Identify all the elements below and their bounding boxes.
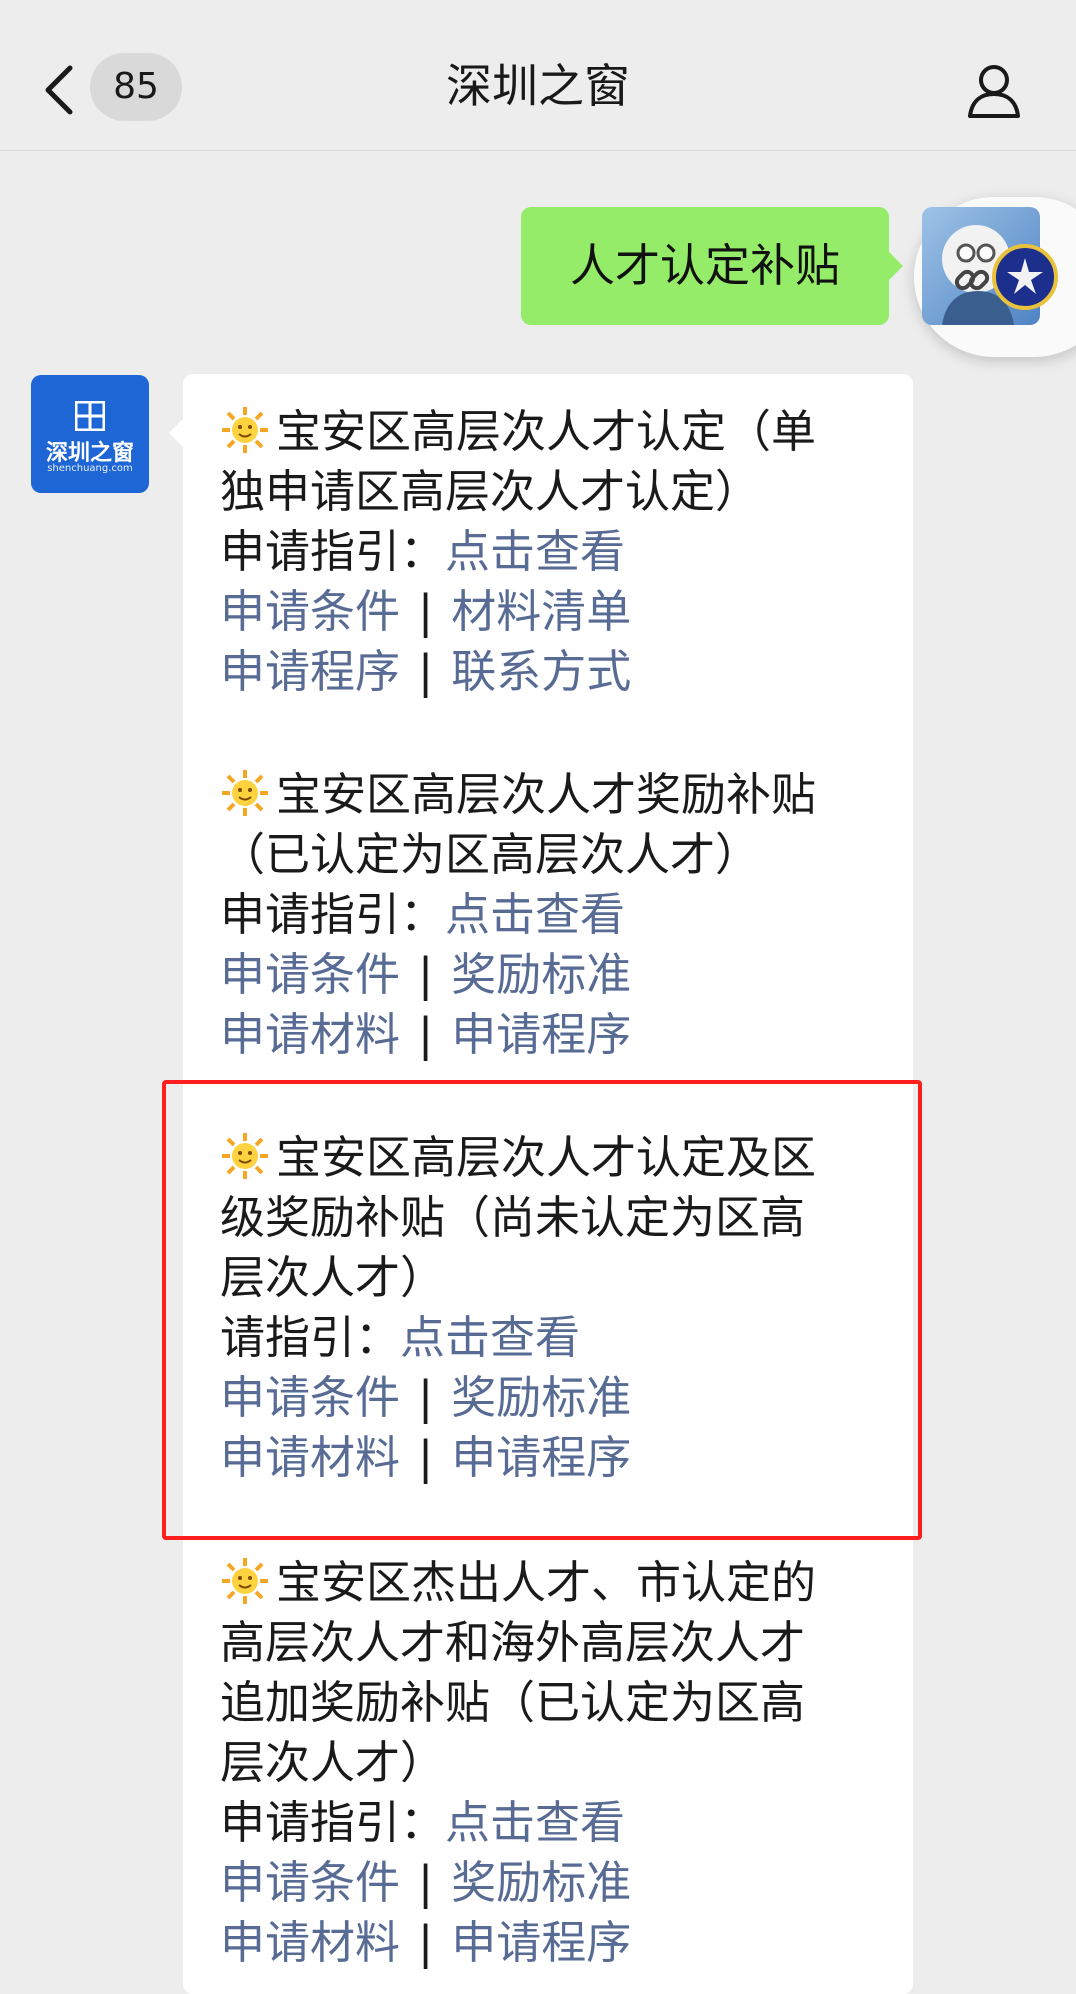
conditions-link[interactable]: 申请条件 <box>220 948 400 1001</box>
section-card: 宝安区高层次人才奖励补贴 （已认定为区高层次人才） 申请指引：点击查看 申请条件… <box>220 765 900 1065</box>
guide-label: 申请指引： <box>220 888 446 941</box>
section-title-line: 高层次人才和海外高层次人才 <box>220 1616 806 1669</box>
section-title-line: 宝安区高层次人才奖励补贴 <box>220 765 900 825</box>
section-title-line: 层次人才） <box>220 1251 446 1304</box>
emblem-icon <box>992 244 1058 310</box>
view-guide-link[interactable]: 点击查看 <box>445 888 625 941</box>
procedure-link[interactable]: 申请程序 <box>220 645 400 698</box>
procedure-link[interactable]: 申请程序 <box>451 1431 631 1484</box>
view-guide-link[interactable]: 点击查看 <box>445 1796 625 1849</box>
account-logo-domain: shenchuang.com <box>47 463 133 474</box>
sun-emoji-icon <box>222 407 268 453</box>
section-card: 宝安区高层次人才认定及区 级奖励补贴（尚未认定为区高 层次人才） 请指引：点击查… <box>220 1128 900 1488</box>
separator: | <box>418 645 434 698</box>
procedure-link[interactable]: 申请程序 <box>451 1916 631 1969</box>
reward-standard-link[interactable]: 奖励标准 <box>451 1371 631 1424</box>
separator: | <box>418 1431 434 1484</box>
reward-standard-link[interactable]: 奖励标准 <box>451 1856 631 1909</box>
section-title-line: 层次人才） <box>220 1736 446 1789</box>
section-title-line: 宝安区杰出人才、市认定的 <box>220 1553 900 1613</box>
separator: | <box>418 1916 434 1969</box>
contact-link[interactable]: 联系方式 <box>451 645 631 698</box>
user-profile-icon[interactable] <box>964 60 1024 120</box>
conditions-link[interactable]: 申请条件 <box>220 1371 400 1424</box>
conditions-link[interactable]: 申请条件 <box>220 1856 400 1909</box>
section-card: 宝安区杰出人才、市认定的 高层次人才和海外高层次人才 追加奖励补贴（已认定为区高… <box>220 1553 900 1973</box>
view-guide-link[interactable]: 点击查看 <box>400 1311 580 1364</box>
link-icon <box>954 269 990 291</box>
outgoing-message-bubble[interactable]: 人才认定补贴 <box>521 207 903 325</box>
materials-link[interactable]: 申请材料 <box>220 1008 400 1061</box>
section-title-line: 宝安区高层次人才认定（单 <box>220 402 900 462</box>
window-logo-icon <box>75 401 105 431</box>
materials-link[interactable]: 申请材料 <box>220 1916 400 1969</box>
separator: | <box>418 948 434 1001</box>
view-guide-link[interactable]: 点击查看 <box>445 525 625 578</box>
sun-emoji-icon <box>222 770 268 816</box>
reward-standard-link[interactable]: 奖励标准 <box>451 948 631 1001</box>
section-title-line: 级奖励补贴（尚未认定为区高 <box>220 1191 806 1244</box>
materials-list-link[interactable]: 材料清单 <box>451 585 631 638</box>
separator: | <box>418 1008 434 1061</box>
separator: | <box>418 1371 434 1424</box>
separator: | <box>418 585 434 638</box>
section-title-line: 宝安区高层次人才认定及区 <box>220 1128 900 1188</box>
guide-label: 请指引： <box>220 1311 401 1364</box>
conditions-link[interactable]: 申请条件 <box>220 585 400 638</box>
procedure-link[interactable]: 申请程序 <box>451 1008 631 1061</box>
section-title-line: 独申请区高层次人才认定） <box>220 465 761 518</box>
guide-label: 申请指引： <box>220 1796 446 1849</box>
nav-bar: 85 深圳之窗 <box>0 0 1076 151</box>
section-card: 宝安区高层次人才认定（单 独申请区高层次人才认定） 申请指引：点击查看 申请条件… <box>220 402 900 702</box>
sun-emoji-icon <box>222 1558 268 1604</box>
account-avatar[interactable]: 深圳之窗 shenchuang.com <box>31 375 149 493</box>
sun-emoji-icon <box>222 1133 268 1179</box>
page-title: 深圳之窗 <box>446 59 630 113</box>
section-title-line: （已认定为区高层次人才） <box>220 828 761 881</box>
materials-link[interactable]: 申请材料 <box>220 1431 400 1484</box>
separator: | <box>418 1856 434 1909</box>
guide-label: 申请指引： <box>220 525 446 578</box>
section-title-line: 追加奖励补贴（已认定为区高 <box>220 1676 806 1729</box>
